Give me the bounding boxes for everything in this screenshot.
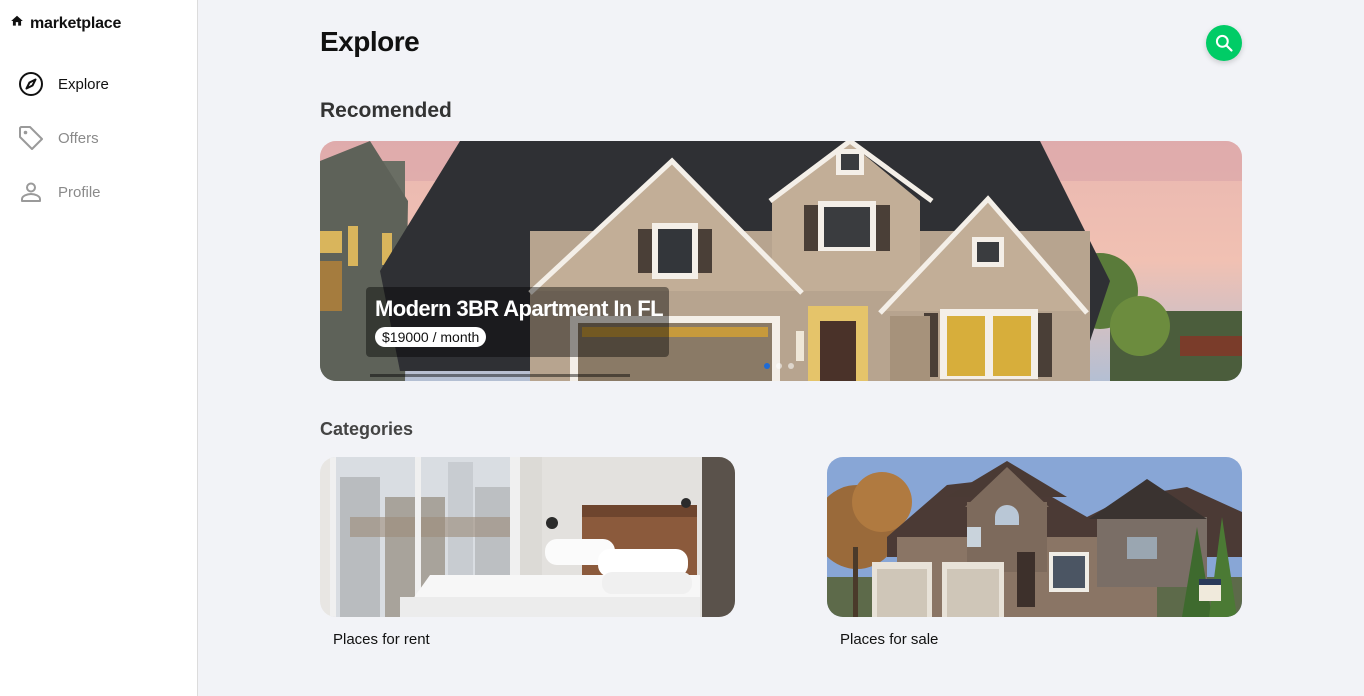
bedroom-photo: [320, 457, 735, 617]
category-sale[interactable]: Places for sale: [827, 457, 1242, 648]
home-icon: [10, 14, 24, 33]
slider-dot[interactable]: [764, 363, 770, 369]
sidebar: marketplace Explore Offers Profile: [0, 0, 198, 696]
slide-caption: Modern 3BR Apartment In FL $19000 / mont…: [366, 287, 669, 357]
category-label: Places for sale: [840, 631, 939, 648]
slide-progress: [370, 374, 630, 377]
sidebar-item-label: Explore: [58, 75, 109, 93]
sidebar-item-label: Offers: [58, 129, 99, 147]
slide-price: $19000 / month: [375, 327, 487, 347]
slider-dots: [764, 363, 794, 369]
sidebar-item-profile[interactable]: Profile: [18, 179, 101, 205]
slider-dot[interactable]: [788, 363, 794, 369]
sidebar-item-offers[interactable]: Offers: [18, 125, 99, 151]
recommended-heading: Recomended: [320, 99, 452, 122]
house-for-sale-photo: [827, 457, 1242, 617]
category-rent[interactable]: Places for rent: [320, 457, 735, 648]
tag-icon: [18, 125, 44, 151]
sidebar-item-explore[interactable]: Explore: [18, 71, 109, 97]
page-title: Explore: [320, 26, 420, 57]
person-icon: [18, 179, 44, 205]
search-button[interactable]: [1206, 25, 1242, 61]
search-icon: [1214, 33, 1234, 53]
slider-dot[interactable]: [776, 363, 782, 369]
sidebar-item-label: Profile: [58, 183, 101, 201]
main-content: Explore Recomended Modern 3BR Apartment …: [198, 0, 1364, 696]
brand[interactable]: marketplace: [10, 14, 121, 33]
compass-icon: [18, 71, 44, 97]
brand-name: marketplace: [30, 14, 122, 32]
recommended-slide[interactable]: Modern 3BR Apartment In FL $19000 / mont…: [320, 141, 1242, 381]
category-label: Places for rent: [333, 631, 430, 648]
categories-heading: Categories: [320, 419, 414, 439]
slide-title: Modern 3BR Apartment In FL: [375, 296, 664, 321]
